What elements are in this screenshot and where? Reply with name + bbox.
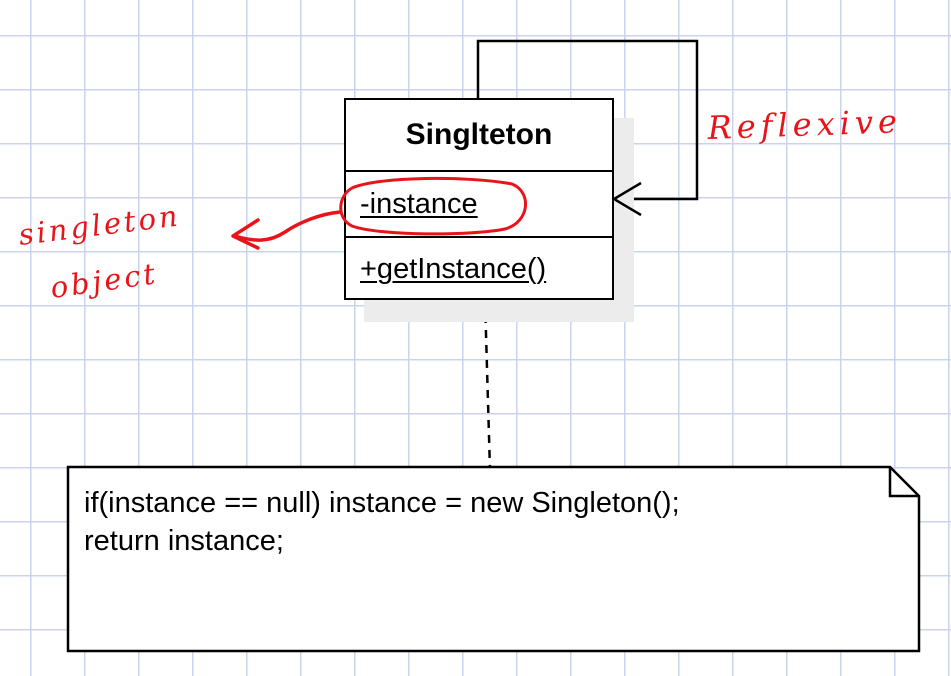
label-reflexive: Reflexive [706,102,903,147]
self-association-arrowhead [611,181,642,217]
label-object: object [48,256,160,305]
instance-highlight-ellipse [339,176,528,236]
annotation-layer: Reflexive singleton object [17,102,903,305]
red-pointer-arrowhead [231,218,260,250]
label-singleton: singleton [17,198,183,252]
